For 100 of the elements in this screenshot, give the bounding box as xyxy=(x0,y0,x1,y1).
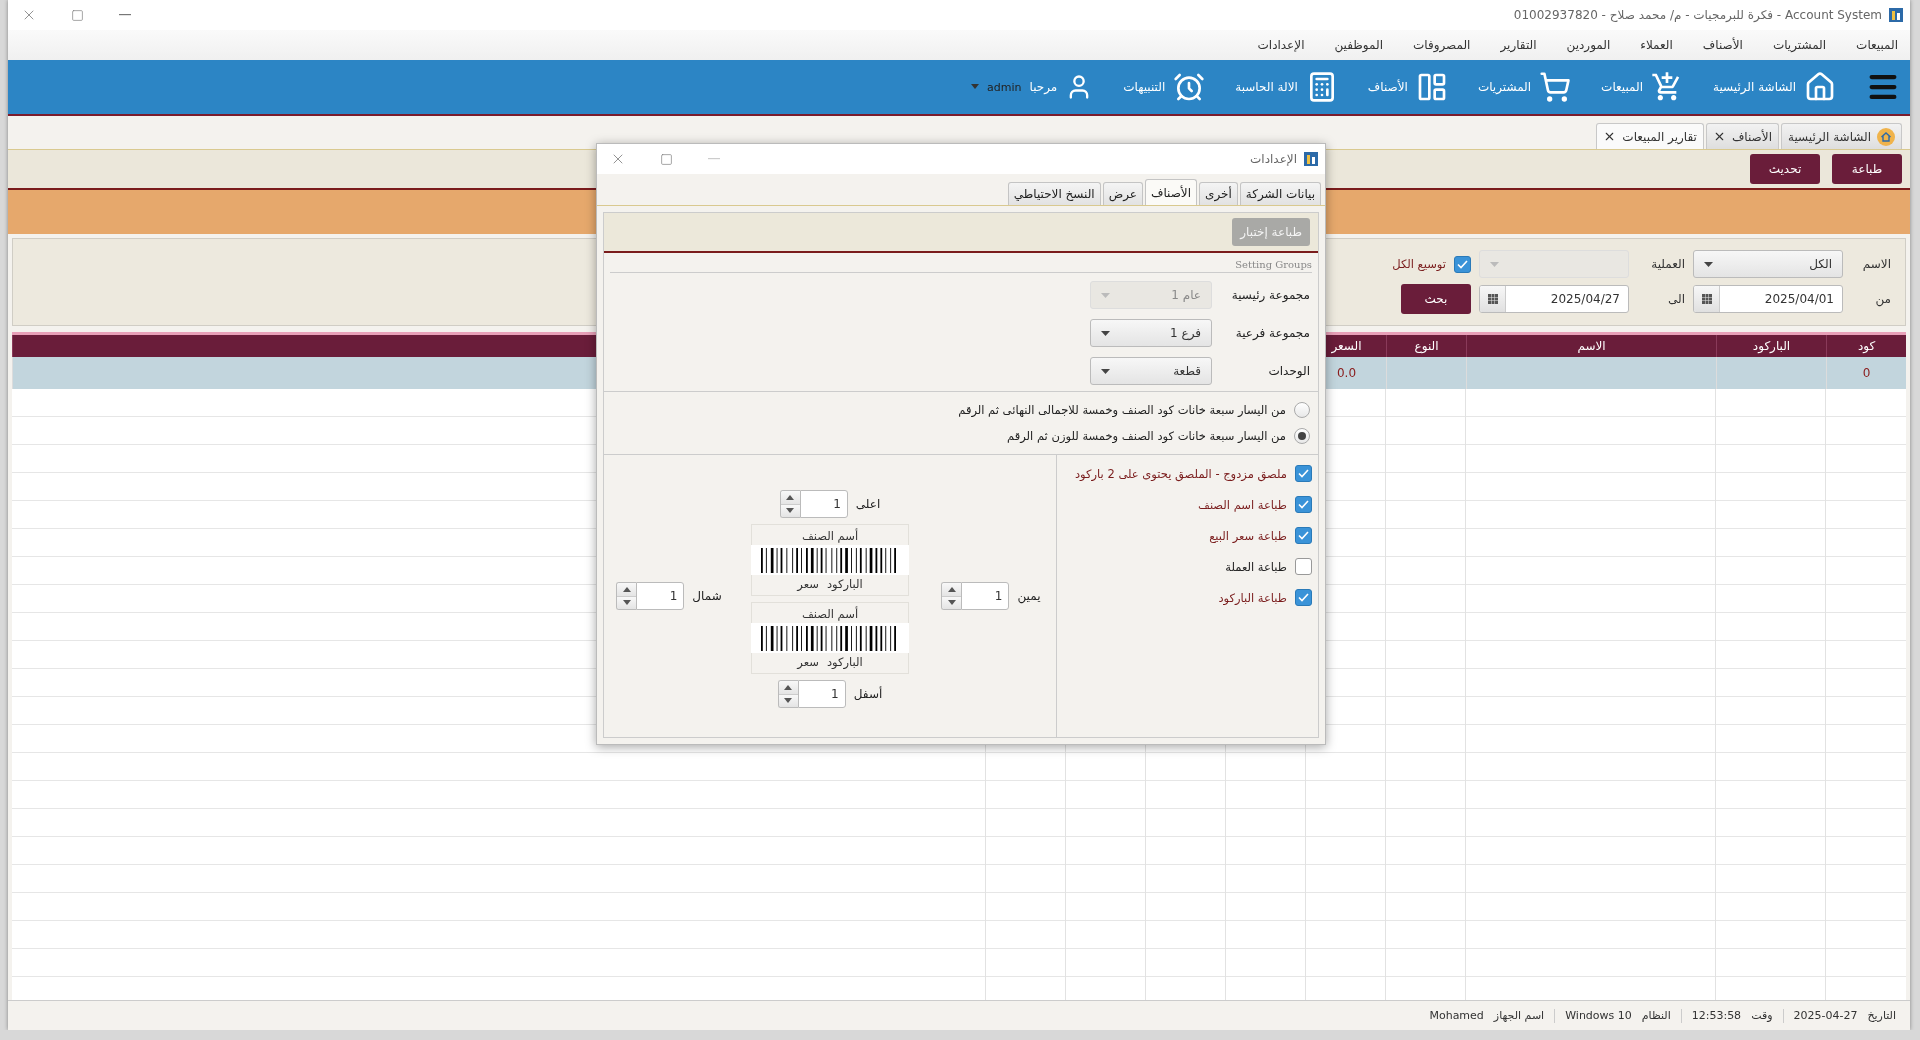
caret-up-icon xyxy=(948,586,956,592)
number-field[interactable]: 1 xyxy=(797,680,846,708)
checkbox[interactable] xyxy=(1295,527,1312,544)
calendar-icon xyxy=(1487,294,1498,304)
menu-item[interactable]: الإعدادات xyxy=(1257,38,1305,52)
menu-item[interactable]: التقارير xyxy=(1500,38,1537,52)
checkbox[interactable] xyxy=(1295,465,1312,482)
menu-item[interactable]: العملاء xyxy=(1640,38,1673,52)
menu-item[interactable]: الموظفين xyxy=(1334,38,1383,52)
margin-label: يمين xyxy=(1017,589,1041,603)
item-name-text: أسم الصنف xyxy=(801,607,859,621)
toolbar-button[interactable]: التنبيهات xyxy=(1123,71,1206,103)
maximize-icon xyxy=(70,8,84,22)
settings-tab[interactable]: الأصناف xyxy=(1144,179,1198,205)
status-label: التاريخ xyxy=(1867,1009,1896,1022)
status-value: Windows 10 xyxy=(1565,1009,1632,1022)
checkbox-label: طباعة اسم الصنف xyxy=(1198,497,1287,512)
caret-down-icon xyxy=(784,698,793,704)
checkbox-label: طباعة العملة xyxy=(1225,559,1287,574)
calendar-icon xyxy=(1701,294,1712,304)
checkbox-label: طباعة الباركود xyxy=(1218,590,1287,605)
dropdown-arrow-icon xyxy=(1101,368,1110,374)
check-icon xyxy=(1298,531,1309,540)
alarm-clock-icon xyxy=(1173,71,1206,103)
checkbox[interactable] xyxy=(1295,589,1312,606)
name-dropdown[interactable]: الكل xyxy=(1693,250,1843,278)
checkbox-label: توسيع الكل xyxy=(1392,257,1446,271)
spin-up-button[interactable] xyxy=(617,583,637,596)
settings-tab[interactable]: النسخ الاحتياطي xyxy=(1007,182,1101,205)
column-header[interactable]: كود xyxy=(1857,339,1876,353)
menu-item[interactable]: الموردين xyxy=(1566,38,1611,52)
column-header[interactable]: السعر xyxy=(1331,339,1362,353)
checkbox[interactable] xyxy=(1295,496,1312,513)
search-button[interactable]: بحث xyxy=(1401,284,1471,314)
document-tab[interactable]: تقارير المبيعات xyxy=(1596,123,1704,149)
action-button[interactable]: طباعة xyxy=(1832,154,1902,184)
radio-label: من اليسار سبعة خانات كود الصنف وخمسة للاجمالى النهائى ثم الرقم xyxy=(958,403,1286,417)
check-icon xyxy=(1298,593,1309,602)
menu-item[interactable]: المبيعات xyxy=(1856,38,1898,52)
field-label: الوحدات xyxy=(1267,364,1310,378)
status-value: Mohamed xyxy=(1429,1009,1484,1022)
radio-button[interactable] xyxy=(1294,402,1310,418)
margin-label: أسفل xyxy=(853,687,883,701)
settings-tab[interactable]: عرض xyxy=(1102,182,1143,205)
document-tab[interactable]: الشاشة الرئيسية xyxy=(1781,123,1902,149)
dropdown-arrow-icon xyxy=(1490,261,1499,267)
toolbar-button[interactable]: المشتريات xyxy=(1477,71,1572,103)
app-logo-icon xyxy=(1303,151,1319,167)
settings-tab[interactable]: أخرى xyxy=(1199,182,1238,205)
dropdown-arrow-icon xyxy=(1101,292,1110,298)
user-name[interactable]: admin xyxy=(987,80,1022,94)
checkbox[interactable] xyxy=(1454,255,1471,273)
document-tab[interactable]: الأصناف xyxy=(1705,123,1779,149)
number-field[interactable]: 1 xyxy=(636,582,685,610)
number-field[interactable]: 1 xyxy=(961,582,1010,610)
group-dropdown[interactable]: فرع 1 xyxy=(1090,319,1212,347)
column-header[interactable]: الاسم xyxy=(1577,339,1606,353)
menu-item[interactable]: الأصناف xyxy=(1702,38,1743,52)
spin-up-button[interactable] xyxy=(942,583,962,596)
status-label: النظام xyxy=(1641,1009,1671,1022)
menu-item[interactable]: المشتريات xyxy=(1772,38,1827,52)
margin-label: شمال xyxy=(692,589,722,603)
toolbar-button[interactable]: المبيعات xyxy=(1601,71,1683,103)
checkbox-label: ملصق مزدوج - الملصق يحتوى على 2 باركود xyxy=(1075,466,1287,481)
toolbar-button[interactable]: الشاشة الرئيسية xyxy=(1713,71,1836,103)
menu-item[interactable]: المصروفات xyxy=(1413,38,1471,52)
date-field[interactable]: 2025/04/27 xyxy=(1479,285,1629,313)
table-cell: 0 xyxy=(1862,366,1871,380)
column-header[interactable]: النوع xyxy=(1414,339,1439,353)
dialog-title: الإعدادات xyxy=(1250,152,1297,166)
caret-up-icon xyxy=(784,684,793,690)
minimize-icon xyxy=(708,158,720,160)
toolbar-button[interactable]: الأصناف xyxy=(1367,71,1448,103)
margin-label: اعلى xyxy=(855,497,881,511)
radio-label: من اليسار سبعة خانات كود الصنف وخمسة للوزن ثم الرقم xyxy=(1007,429,1286,443)
status-value: 12:53:58 xyxy=(1691,1009,1742,1022)
caret-down-icon xyxy=(622,600,631,606)
price-text: سعر xyxy=(797,655,819,669)
field-label: الى xyxy=(1667,292,1685,306)
checkbox[interactable] xyxy=(1295,558,1312,575)
status-label: وقت xyxy=(1751,1009,1773,1022)
radio-button[interactable] xyxy=(1294,428,1310,444)
checkbox-label: طباعة سعر البيع xyxy=(1209,528,1287,543)
cart-icon xyxy=(1539,71,1572,103)
date-field[interactable]: 2025/04/01 xyxy=(1693,285,1843,313)
toolbar-button[interactable]: الالة الحاسبة xyxy=(1235,71,1338,103)
barcode-text: الباركود xyxy=(826,577,863,591)
settings-tab[interactable]: بيانات الشركة xyxy=(1239,182,1321,205)
caret-down-icon xyxy=(786,508,795,514)
group-dropdown[interactable]: قطعة xyxy=(1090,357,1212,385)
spin-up-button[interactable] xyxy=(780,491,800,504)
number-field[interactable]: 1 xyxy=(799,490,848,518)
action-button[interactable]: تحديث xyxy=(1750,154,1820,184)
check-icon xyxy=(1457,259,1468,269)
spin-up-button[interactable] xyxy=(778,681,798,694)
column-header[interactable]: الباركود xyxy=(1752,339,1791,353)
caret-up-icon xyxy=(622,586,631,592)
check-icon xyxy=(1298,469,1309,478)
minimize-icon xyxy=(119,14,131,16)
caret-icon[interactable] xyxy=(971,84,980,90)
